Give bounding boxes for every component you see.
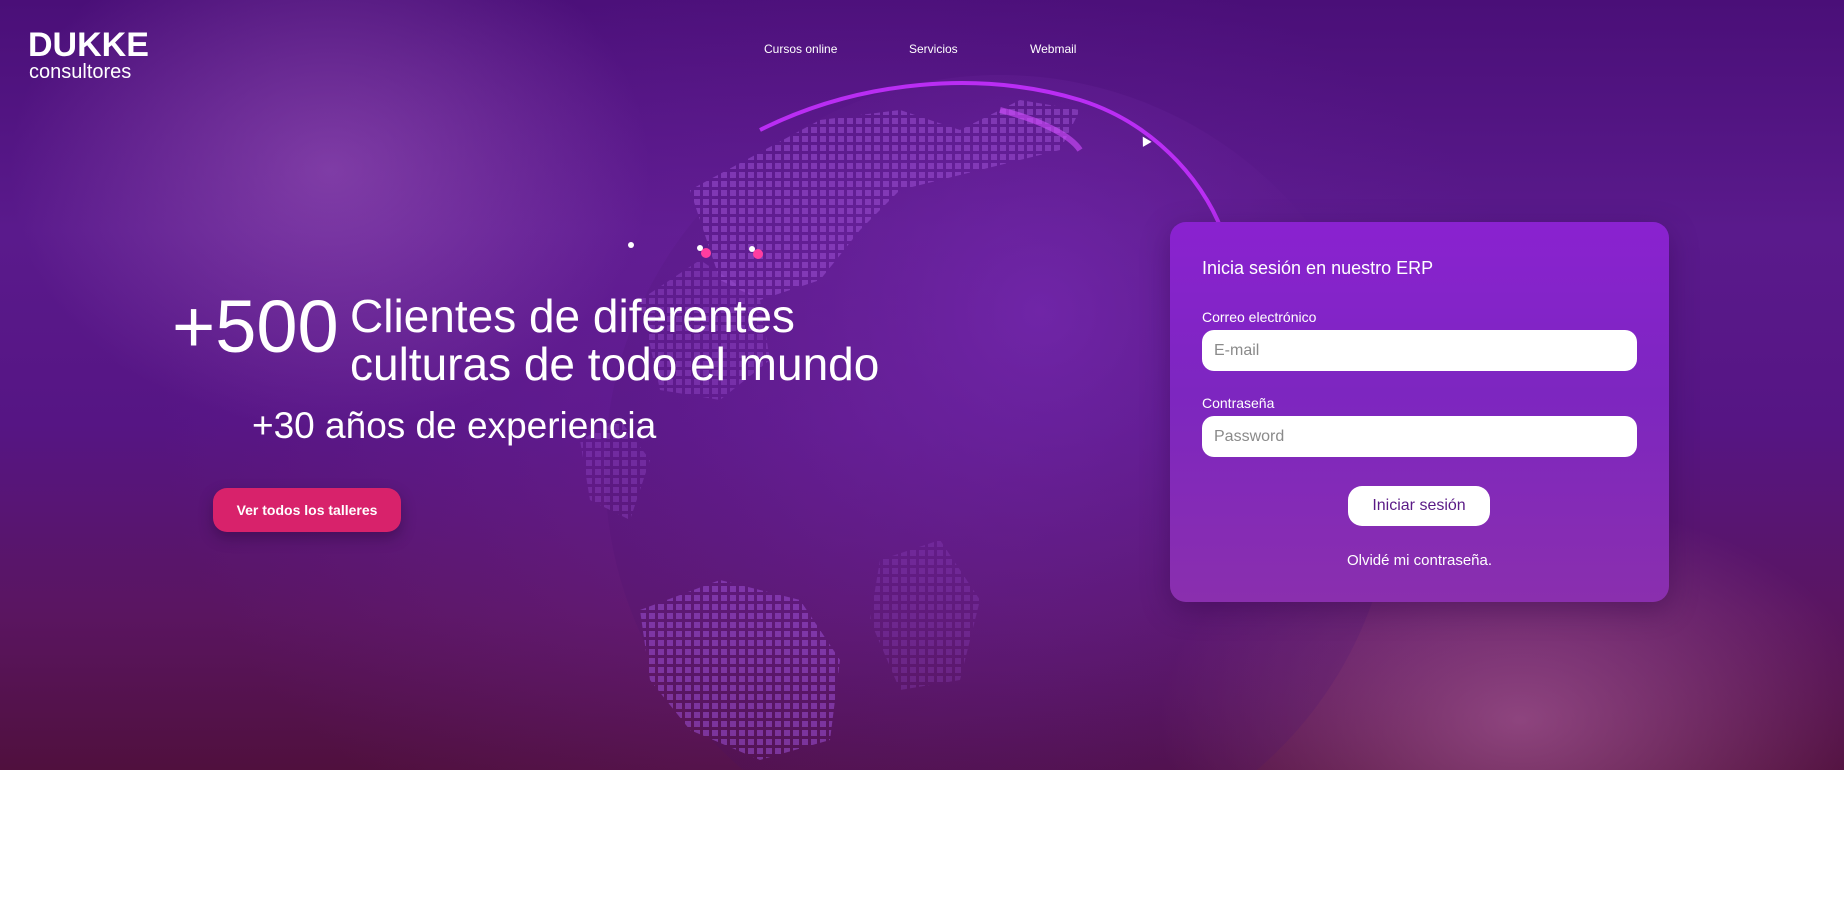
hero-headline-line2: culturas de todo el mundo bbox=[350, 338, 880, 390]
login-card: Inicia sesión en nuestro ERP Correo elec… bbox=[1170, 222, 1669, 602]
hero-headline: Clientes de diferentes culturas de todo … bbox=[350, 292, 970, 388]
clients-count: +500 bbox=[172, 285, 339, 368]
main-nav: Cursos online Servicios Webmail bbox=[0, 42, 1844, 58]
experience-subline: +30 años de experiencia bbox=[252, 405, 657, 446]
hero-section: DUKKE consultores Cursos online Servicio… bbox=[0, 0, 1844, 770]
email-label: Correo electrónico bbox=[1202, 309, 1317, 325]
brand-tagline: consultores bbox=[29, 61, 132, 83]
nav-item-cursos-online[interactable]: Cursos online bbox=[764, 42, 837, 56]
forgot-password-link[interactable]: Olvidé mi contraseña. bbox=[1170, 552, 1669, 569]
hero-headline-line1: Clientes de diferentes bbox=[350, 290, 795, 342]
login-button[interactable]: Iniciar sesión bbox=[1348, 486, 1490, 526]
nav-item-servicios[interactable]: Servicios bbox=[909, 42, 958, 56]
view-workshops-button[interactable]: Ver todos los talleres bbox=[213, 488, 401, 532]
password-field[interactable] bbox=[1202, 416, 1637, 457]
login-title: Inicia sesión en nuestro ERP bbox=[1202, 258, 1434, 278]
password-label: Contraseña bbox=[1202, 395, 1275, 411]
nav-item-webmail[interactable]: Webmail bbox=[1030, 42, 1076, 56]
email-field[interactable] bbox=[1202, 330, 1637, 371]
